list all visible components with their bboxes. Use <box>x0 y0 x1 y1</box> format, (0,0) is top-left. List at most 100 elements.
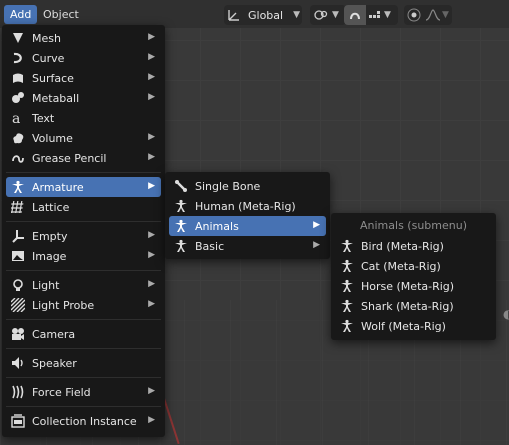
menu-item-light[interactable]: Light ▶ <box>6 275 161 295</box>
menu-separator <box>6 348 161 349</box>
menu-item-force-field[interactable]: Force Field ▶ <box>6 382 161 402</box>
submenu-arrow-icon: ▶ <box>148 72 155 82</box>
metaball-icon <box>10 90 26 106</box>
collection-instance-icon <box>10 413 26 429</box>
menu-item-text[interactable]: a Text <box>6 108 161 128</box>
menu-item-label: Armature <box>32 180 84 194</box>
armature-icon <box>173 238 189 254</box>
animals-submenu: Animals (submenu) Bird (Meta-Rig) Cat (Me… <box>331 213 496 340</box>
pivot-point-dropdown[interactable]: ▼ <box>310 5 346 25</box>
menu-item-label: Collection Instance <box>32 414 137 428</box>
light-icon <box>10 277 26 293</box>
menu-separator <box>6 172 161 173</box>
chevron-down-icon: ▼ <box>293 10 301 20</box>
submenu-arrow-icon: ▶ <box>148 32 155 42</box>
submenu-arrow-icon: ▶ <box>148 181 155 191</box>
menu-item-lattice[interactable]: Lattice <box>6 197 161 217</box>
menu-item-camera[interactable]: Camera <box>6 324 161 344</box>
submenu-arrow-icon: ▶ <box>148 250 155 260</box>
armature-item-basic[interactable]: Basic ▶ <box>169 236 326 256</box>
lattice-icon <box>10 199 26 215</box>
armature-submenu: Single Bone Human (Meta-Rig) Animals ▶ Basic… <box>165 172 330 259</box>
armature-icon <box>173 218 189 234</box>
menu-item-label: Mesh <box>32 31 61 45</box>
submenu-arrow-icon: ▶ <box>148 132 155 142</box>
menu-item-volume[interactable]: Volume ▶ <box>6 128 161 148</box>
armature-item-label: Basic <box>195 239 225 253</box>
animals-item-label: Wolf (Meta-Rig) <box>361 319 446 333</box>
menu-separator <box>6 406 161 407</box>
chevron-down-icon[interactable]: ▼ <box>442 10 449 20</box>
submenu-arrow-icon: ▶ <box>148 230 155 240</box>
menu-item-label: Curve <box>32 51 65 65</box>
proportional-editing-icon[interactable] <box>404 8 424 22</box>
navigation-gizmo-edge[interactable]: ◐ <box>503 307 509 327</box>
armature-icon <box>339 298 355 314</box>
animals-item-bird-meta-rig[interactable]: Bird (Meta-Rig) <box>335 236 492 256</box>
menu-item-empty[interactable]: Empty ▶ <box>6 226 161 246</box>
submenu-arrow-icon: ▶ <box>313 220 320 230</box>
animals-item-label: Cat (Meta-Rig) <box>361 259 441 273</box>
menu-item-label: Grease Pencil <box>32 151 107 165</box>
speaker-icon <box>10 355 26 371</box>
menu-separator <box>6 221 161 222</box>
menu-item-image[interactable]: Image ▶ <box>6 246 161 266</box>
menu-item-collection-instance[interactable]: Collection Instance ▶ <box>6 411 161 431</box>
submenu-arrow-icon: ▶ <box>148 92 155 102</box>
armature-icon <box>339 318 355 334</box>
object-menu-button[interactable]: Object <box>38 5 84 24</box>
menu-separator <box>6 319 161 320</box>
menu-item-armature[interactable]: Armature ▶ <box>6 177 161 197</box>
menu-item-label: Empty <box>32 229 68 243</box>
submenu-arrow-icon: ▶ <box>148 415 155 425</box>
add-menu-button[interactable]: Add <box>4 5 38 24</box>
camera-icon <box>10 326 26 342</box>
armature-icon <box>339 238 355 254</box>
submenu-arrow-icon: ▶ <box>148 386 155 396</box>
chevron-down-icon[interactable]: ▼ <box>384 10 391 20</box>
armature-icon <box>339 278 355 294</box>
light-probe-icon <box>10 297 26 313</box>
add-menu: Mesh ▶ Curve ▶ Surface ▶ Metaball ▶ a Text Volume ▶… <box>2 25 165 437</box>
armature-item-label: Single Bone <box>195 179 261 193</box>
snap-group: ▼ <box>344 5 398 25</box>
curve-icon <box>10 50 26 66</box>
menu-item-metaball[interactable]: Metaball ▶ <box>6 88 161 108</box>
svg-text:a: a <box>12 111 20 125</box>
force-field-icon <box>10 384 26 400</box>
falloff-curve-icon[interactable] <box>424 9 442 21</box>
volume-icon <box>10 130 26 146</box>
bone-icon <box>173 178 189 194</box>
menu-item-surface[interactable]: Surface ▶ <box>6 68 161 88</box>
animals-item-label: Bird (Meta-Rig) <box>361 239 444 253</box>
menu-item-label: Light Probe <box>32 298 95 312</box>
mesh-icon <box>10 30 26 46</box>
menu-item-curve[interactable]: Curve ▶ <box>6 48 161 68</box>
animals-item-shark-meta-rig[interactable]: Shark (Meta-Rig) <box>335 296 492 316</box>
menu-item-grease-pencil[interactable]: Grease Pencil ▶ <box>6 148 161 168</box>
submenu-arrow-icon: ▶ <box>148 152 155 162</box>
submenu-arrow-icon: ▶ <box>148 279 155 289</box>
menu-item-label: Surface <box>32 71 74 85</box>
snap-increment-icon[interactable] <box>366 9 384 21</box>
orientation-value: Global <box>248 8 284 22</box>
animals-item-cat-meta-rig[interactable]: Cat (Meta-Rig) <box>335 256 492 276</box>
menu-item-light-probe[interactable]: Light Probe ▶ <box>6 295 161 315</box>
menu-item-mesh[interactable]: Mesh ▶ <box>6 28 161 48</box>
surface-icon <box>10 70 26 86</box>
menu-separator <box>6 377 161 378</box>
grease-pencil-icon <box>10 150 26 166</box>
menu-item-speaker[interactable]: Speaker <box>6 353 161 373</box>
armature-item-human-meta-rig[interactable]: Human (Meta-Rig) <box>169 196 326 216</box>
animals-item-horse-meta-rig[interactable]: Horse (Meta-Rig) <box>335 276 492 296</box>
menu-item-label: Image <box>32 249 67 263</box>
armature-item-label: Human (Meta-Rig) <box>195 199 296 213</box>
armature-item-animals[interactable]: Animals ▶ <box>169 216 326 236</box>
animals-item-wolf-meta-rig[interactable]: Wolf (Meta-Rig) <box>335 316 492 336</box>
transform-orientation-dropdown[interactable]: Global ▼ <box>224 5 302 25</box>
armature-item-single-bone[interactable]: Single Bone <box>169 176 326 196</box>
submenu-title: Animals (submenu) <box>360 219 467 232</box>
snap-icon[interactable] <box>344 5 366 25</box>
menu-item-label: Force Field <box>32 385 91 399</box>
armature-icon <box>173 198 189 214</box>
